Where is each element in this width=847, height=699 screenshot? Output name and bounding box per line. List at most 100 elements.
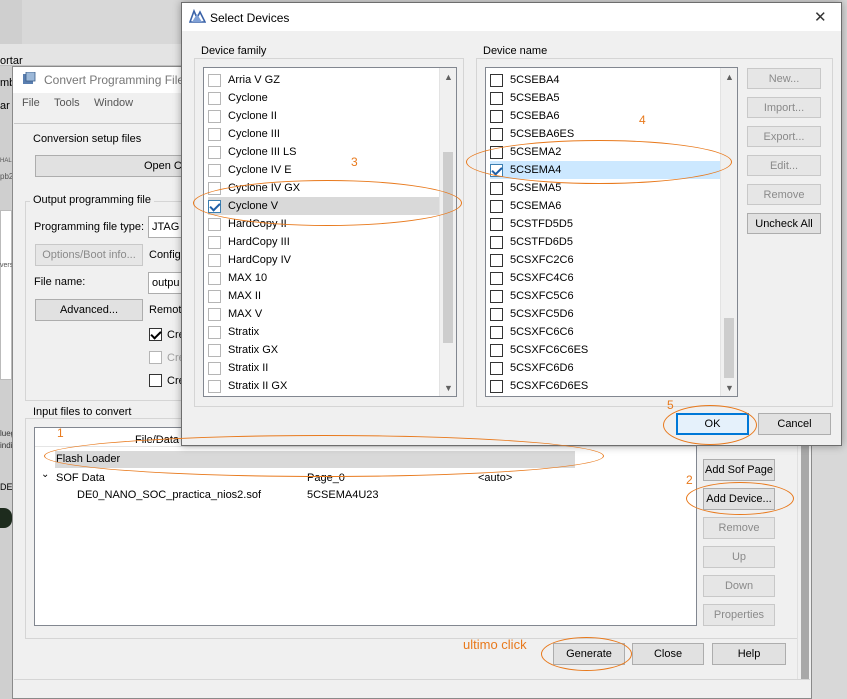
device-name-item[interactable]: 5CSXFC5D6 xyxy=(490,305,722,323)
close-icon[interactable]: ✕ xyxy=(814,8,827,26)
create-checkbox[interactable] xyxy=(149,351,162,364)
device-family-item[interactable]: Stratix II xyxy=(208,359,440,377)
export-button[interactable]: Export... xyxy=(747,126,821,147)
menu-file[interactable]: File xyxy=(22,97,40,109)
device-name-checkbox[interactable] xyxy=(490,91,503,105)
device-name-item[interactable]: 5CSXFC4C6 xyxy=(490,269,722,287)
device-family-item[interactable]: Cyclone xyxy=(208,89,440,107)
device-name-item[interactable]: 5CSXFC6D6ES xyxy=(490,377,722,395)
device-name-item[interactable]: 5CSEBA4 xyxy=(490,71,722,89)
family-scrollbar[interactable]: ▲ ▼ xyxy=(439,68,456,396)
device-name-item[interactable]: 5CSXFC2C6 xyxy=(490,251,722,269)
open-conversion-setup-button[interactable]: Open Co xyxy=(35,155,195,177)
device-name-checkbox[interactable] xyxy=(490,199,503,213)
device-name-checkbox[interactable] xyxy=(490,181,503,195)
device-name-item[interactable]: 5CSEMA2 xyxy=(490,143,722,161)
create-checkbox[interactable] xyxy=(149,374,162,387)
advanced-button[interactable]: Advanced... xyxy=(35,299,143,321)
up-button[interactable]: Up xyxy=(703,546,775,568)
device-family-item[interactable]: Cyclone V xyxy=(208,197,440,215)
cancel-button[interactable]: Cancel xyxy=(758,413,831,435)
device-family-item[interactable]: MAX V xyxy=(208,305,440,323)
device-family-checkbox[interactable] xyxy=(208,361,221,375)
device-name-checkbox[interactable] xyxy=(490,379,503,393)
new-button[interactable]: New... xyxy=(747,68,821,89)
import-button[interactable]: Import... xyxy=(747,97,821,118)
device-family-checkbox[interactable] xyxy=(208,91,221,105)
scroll-thumb[interactable] xyxy=(724,318,734,378)
device-family-item[interactable]: Stratix II GX xyxy=(208,377,440,395)
device-family-checkbox[interactable] xyxy=(208,217,221,231)
table-row[interactable]: ⌄ SOF Data Page_0 <auto> xyxy=(35,469,696,486)
device-family-checkbox[interactable] xyxy=(208,163,221,177)
device-name-checkbox[interactable] xyxy=(490,235,503,249)
device-family-item[interactable]: Stratix xyxy=(208,323,440,341)
device-name-item[interactable]: 5CSTFD6D5 xyxy=(490,233,722,251)
device-family-item[interactable]: Cyclone IV GX xyxy=(208,179,440,197)
create-checkbox-row[interactable]: Cre xyxy=(149,374,185,387)
device-name-checkbox[interactable] xyxy=(490,163,503,177)
device-family-item[interactable]: HardCopy II xyxy=(208,215,440,233)
device-family-checkbox[interactable] xyxy=(208,289,221,303)
device-family-item[interactable]: HardCopy III xyxy=(208,233,440,251)
ok-button[interactable]: OK xyxy=(676,413,749,435)
device-name-item[interactable]: 5CSEBA6 xyxy=(490,107,722,125)
device-family-checkbox[interactable] xyxy=(208,181,221,195)
down-button[interactable]: Down xyxy=(703,575,775,597)
help-button[interactable]: Help xyxy=(712,643,786,665)
create-checkbox-row[interactable]: Cre xyxy=(149,328,185,341)
table-row[interactable]: DE0_NANO_SOC_practica_nios2.sof 5CSEMA4U… xyxy=(35,486,696,503)
device-family-item[interactable]: Cyclone II xyxy=(208,107,440,125)
table-row[interactable]: Flash Loader xyxy=(55,451,575,468)
device-name-checkbox[interactable] xyxy=(490,217,503,231)
device-family-list[interactable]: Stratix II GX Stratix II Stratix GX Stratix… xyxy=(203,67,457,397)
generate-button[interactable]: Generate xyxy=(553,643,625,665)
device-name-item[interactable]: 5CSXFC5C6 xyxy=(490,287,722,305)
device-name-checkbox[interactable] xyxy=(490,307,503,321)
input-files-tree[interactable]: File/Data Flash Loader ⌄ SOF Data Page_0… xyxy=(34,427,697,626)
device-name-checkbox[interactable] xyxy=(490,361,503,375)
device-name-item[interactable]: 5CSEBA6ES xyxy=(490,125,722,143)
device-family-checkbox[interactable] xyxy=(208,73,221,87)
device-family-checkbox[interactable] xyxy=(208,253,221,267)
device-family-checkbox[interactable] xyxy=(208,199,221,213)
device-name-item[interactable]: 5CSXFC6D6 xyxy=(490,359,722,377)
remove-device-button[interactable]: Remove xyxy=(747,184,821,205)
device-family-item[interactable]: MAX II xyxy=(208,287,440,305)
device-name-checkbox[interactable] xyxy=(490,271,503,285)
device-name-checkbox[interactable] xyxy=(490,73,503,87)
close-button[interactable]: Close xyxy=(632,643,704,665)
create-checkbox[interactable] xyxy=(149,328,162,341)
chevron-down-icon[interactable]: ⌄ xyxy=(41,469,49,480)
menu-window[interactable]: Window xyxy=(94,97,133,109)
device-family-checkbox[interactable] xyxy=(208,325,221,339)
device-family-checkbox[interactable] xyxy=(208,307,221,321)
device-family-item[interactable]: MAX 10 xyxy=(208,269,440,287)
file-data-column-header[interactable]: File/Data xyxy=(135,434,179,446)
create-checkbox-row[interactable]: Cre xyxy=(149,351,185,364)
device-family-checkbox[interactable] xyxy=(208,145,221,159)
device-name-list[interactable]: 5CSXFC6D6ES 5CSXFC6D6 5CSXFC6C6ES 5CSXFC6C6… xyxy=(485,67,738,397)
scroll-thumb[interactable] xyxy=(443,152,453,343)
device-family-item[interactable]: Cyclone III xyxy=(208,125,440,143)
properties-button[interactable]: Properties xyxy=(703,604,775,626)
uncheck-all-button[interactable]: Uncheck All xyxy=(747,213,821,234)
device-name-item[interactable]: 5CSEBA5 xyxy=(490,89,722,107)
add-sof-page-button[interactable]: Add Sof Page xyxy=(703,459,775,481)
device-name-item[interactable]: 5CSXFC6C6 xyxy=(490,323,722,341)
scroll-down-icon[interactable]: ▼ xyxy=(721,379,737,396)
device-name-checkbox[interactable] xyxy=(490,109,503,123)
device-name-checkbox[interactable] xyxy=(490,253,503,267)
device-family-checkbox[interactable] xyxy=(208,343,221,357)
device-name-item[interactable]: 5CSXFC6C6ES xyxy=(490,341,722,359)
menu-tools[interactable]: Tools xyxy=(54,97,80,109)
device-name-checkbox[interactable] xyxy=(490,145,503,159)
device-scrollbar[interactable]: ▲ ▼ xyxy=(720,68,737,396)
device-family-item[interactable]: HardCopy IV xyxy=(208,251,440,269)
device-name-item[interactable]: 5CSEMA4 xyxy=(490,161,722,179)
device-family-checkbox[interactable] xyxy=(208,127,221,141)
device-family-checkbox[interactable] xyxy=(208,109,221,123)
device-family-item[interactable]: Cyclone IV E xyxy=(208,161,440,179)
options-boot-info-button[interactable]: Options/Boot info... xyxy=(35,244,143,266)
device-name-checkbox[interactable] xyxy=(490,127,503,141)
